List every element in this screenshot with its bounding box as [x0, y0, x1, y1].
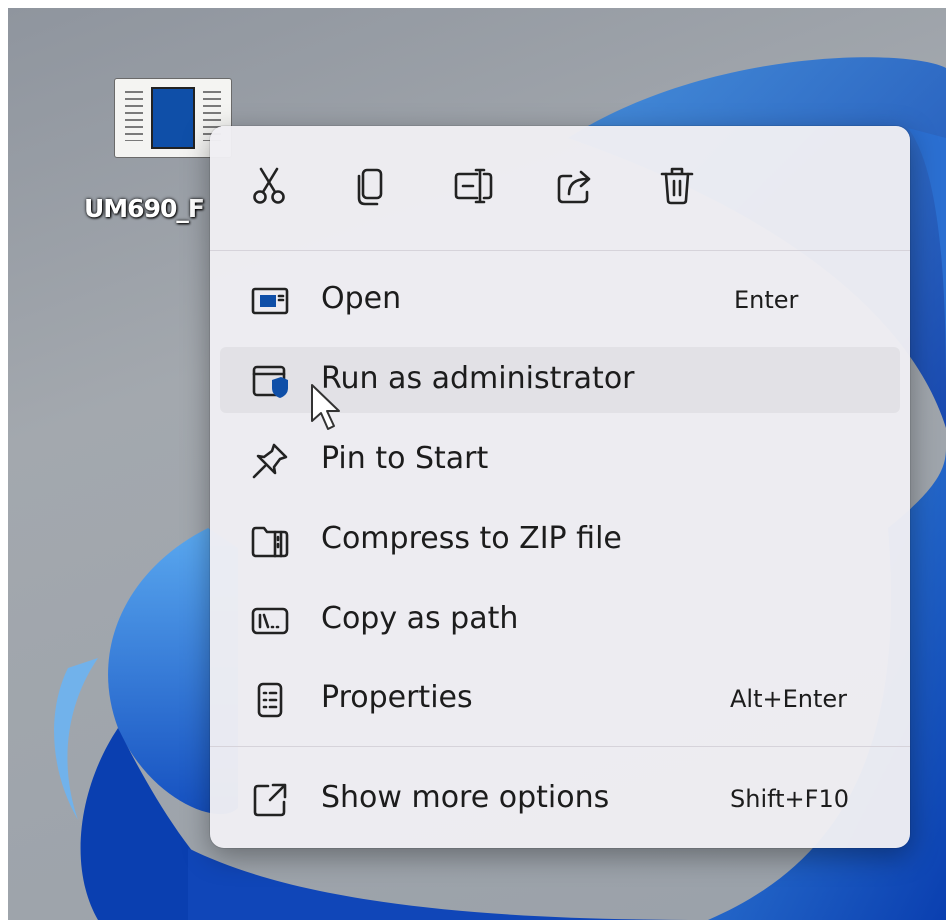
share-button[interactable] — [548, 156, 602, 216]
menu-item-show-more-options[interactable]: Show more options Shift+F10 — [220, 766, 900, 832]
path-icon — [250, 601, 290, 641]
context-menu-toolbar — [210, 156, 910, 216]
context-menu: Open Enter Run as administrator Pin to S… — [210, 126, 910, 848]
menu-item-label: Copy as path — [321, 601, 519, 636]
menu-divider — [210, 250, 910, 251]
rename-button[interactable] — [446, 156, 500, 216]
menu-item-label: Show more options — [321, 780, 610, 815]
menu-item-label: Pin to Start — [321, 441, 489, 476]
share-icon — [557, 170, 591, 204]
pin-icon — [250, 441, 290, 481]
rename-icon — [454, 168, 493, 204]
menu-item-shortcut: Shift+F10 — [730, 785, 850, 813]
window-icon — [250, 281, 290, 321]
scissors-icon — [253, 167, 285, 204]
menu-item-pin-to-start[interactable]: Pin to Start — [220, 427, 900, 493]
menu-divider — [210, 746, 910, 747]
menu-item-open[interactable]: Open Enter — [220, 267, 900, 333]
delete-button[interactable] — [650, 156, 704, 216]
menu-item-shortcut: Enter — [734, 286, 799, 314]
menu-item-label: Properties — [321, 680, 473, 715]
trash-icon — [660, 167, 694, 205]
properties-icon — [250, 680, 290, 720]
desktop-icon-label: UM690_F — [84, 194, 205, 223]
menu-item-copy-as-path[interactable]: Copy as path — [220, 587, 900, 653]
copy-button[interactable] — [344, 156, 398, 216]
menu-item-label: Compress to ZIP file — [321, 521, 622, 556]
menu-item-compress-to-zip[interactable]: Compress to ZIP file — [220, 507, 900, 573]
mouse-cursor-icon — [311, 384, 340, 430]
cut-button[interactable] — [242, 156, 296, 216]
menu-item-properties[interactable]: Properties Alt+Enter — [220, 666, 900, 732]
menu-item-label: Open — [321, 281, 402, 316]
menu-item-shortcut: Alt+Enter — [730, 685, 848, 713]
copy-icon — [357, 168, 383, 206]
menu-item-label: Run as administrator — [321, 361, 635, 396]
zip-folder-icon — [250, 521, 290, 561]
expand-icon — [250, 780, 290, 820]
admin-shield-icon — [250, 361, 290, 401]
